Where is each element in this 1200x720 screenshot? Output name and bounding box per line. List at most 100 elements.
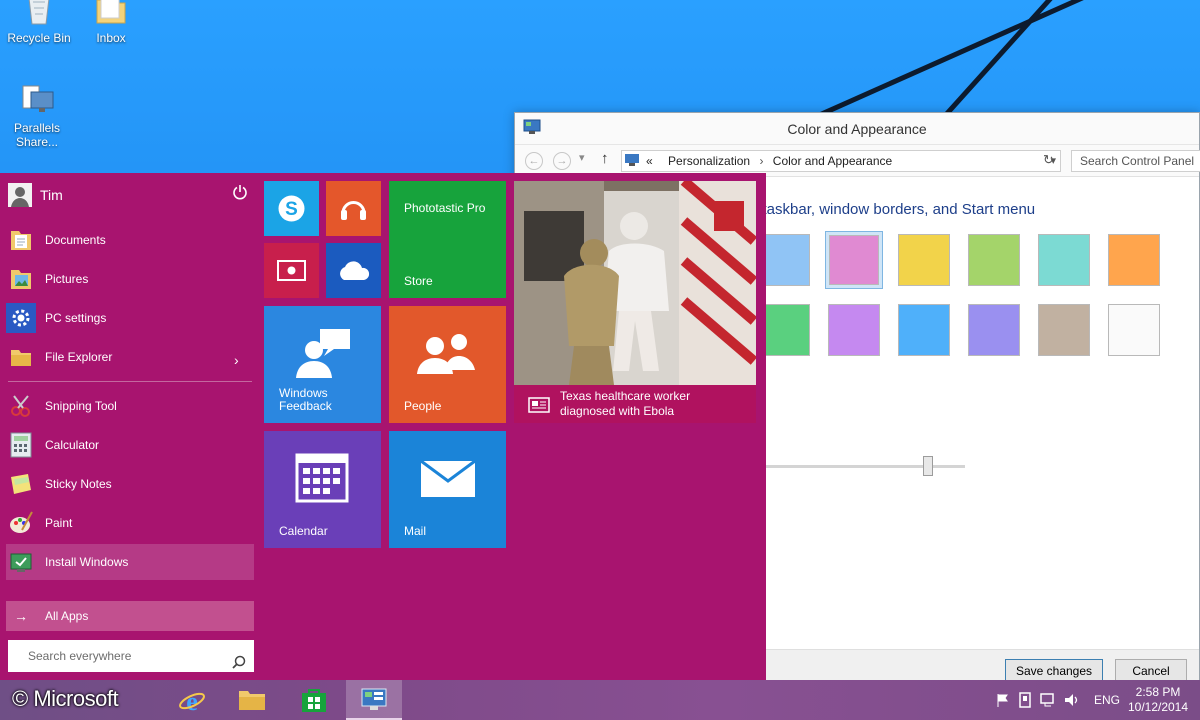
tile-people[interactable]: People <box>389 306 506 423</box>
start-item-paint[interactable]: Paint <box>6 505 254 541</box>
address-bar[interactable]: « Personalization › Color and Appearance… <box>621 150 1061 172</box>
calculator-icon <box>6 430 36 460</box>
svg-text:S: S <box>285 199 298 220</box>
color-swatch[interactable] <box>1105 301 1163 359</box>
breadcrumb-overflow[interactable]: « <box>646 154 653 168</box>
network-icon[interactable] <box>1040 692 1056 708</box>
start-item-documents[interactable]: Documents <box>6 222 254 258</box>
user-account[interactable]: Tim <box>8 181 63 209</box>
swatch-fill <box>828 304 880 356</box>
device-icon[interactable] <box>1018 692 1032 708</box>
color-swatch[interactable] <box>895 231 953 289</box>
menu-divider <box>8 381 252 382</box>
start-button[interactable] <box>112 680 168 720</box>
copyright-watermark: © Microsoft <box>12 686 119 711</box>
forward-button[interactable]: → <box>553 152 571 170</box>
color-swatch[interactable] <box>965 301 1023 359</box>
taskbar-file-explorer[interactable] <box>224 680 280 720</box>
start-item-sticky-notes[interactable]: Sticky Notes <box>6 466 254 502</box>
tile-skype[interactable]: S <box>264 181 319 236</box>
window-title: Color and Appearance <box>787 121 927 137</box>
start-item-calculator[interactable]: Calculator <box>6 427 254 463</box>
swatch-fill <box>898 234 950 286</box>
start-item-pictures[interactable]: Pictures <box>6 261 254 297</box>
internet-explorer-icon: e <box>179 687 205 713</box>
color-intensity-slider[interactable] <box>765 465 965 468</box>
swatch-fill <box>968 304 1020 356</box>
color-swatch[interactable] <box>1035 231 1093 289</box>
clock[interactable]: 2:58 PM 10/12/2014 <box>1126 685 1190 715</box>
start-item-snipping-tool[interactable]: Snipping Tool <box>6 388 254 424</box>
user-name: Tim <box>40 187 63 203</box>
breadcrumb-personalization[interactable]: Personalization <box>668 154 750 168</box>
back-button[interactable]: ← <box>525 152 543 170</box>
search-everywhere-input[interactable]: Search everywhere <box>8 640 254 672</box>
taskbar-control-panel[interactable] <box>346 680 402 720</box>
news-headline-line: diagnosed with Ebola <box>560 404 675 418</box>
tile-music[interactable] <box>326 181 381 236</box>
color-swatch[interactable] <box>895 301 953 359</box>
start-menu: Tim Documents Pictures PC settings File … <box>0 173 766 680</box>
swatch-fill <box>1108 304 1160 356</box>
start-item-label: File Explorer <box>45 350 113 364</box>
wallpaper-streak <box>820 0 1200 117</box>
start-item-file-explorer[interactable]: File Explorer <box>6 339 254 375</box>
swatch-fill <box>968 234 1020 286</box>
tile-news[interactable]: Texas healthcare worker diagnosed with E… <box>514 181 756 423</box>
desktop-icon-parallels[interactable]: Parallels Share... <box>2 82 72 149</box>
tile-store[interactable]: Phototastic Pro Store <box>389 181 506 298</box>
start-item-label: Documents <box>45 233 106 247</box>
arrow-right-icon: → <box>14 608 28 624</box>
start-item-install-windows[interactable]: Install Windows <box>6 544 254 580</box>
taskbar-store[interactable] <box>286 680 342 720</box>
all-apps-label: All Apps <box>45 609 89 623</box>
folder-pictures-icon <box>6 264 36 294</box>
slider-thumb[interactable] <box>923 456 933 476</box>
search-control-panel-input[interactable]: Search Control Panel <box>1071 150 1200 172</box>
breadcrumb-color-appearance[interactable]: Color and Appearance <box>773 154 892 168</box>
system-tray: ENG 2:58 PM 10/12/2014 <box>992 680 1200 720</box>
clock-date: 10/12/2014 <box>1127 700 1189 714</box>
video-icon <box>276 257 307 287</box>
volume-icon[interactable] <box>1064 692 1080 708</box>
up-arrow-icon[interactable]: ↑ <box>601 150 609 167</box>
sticky-notes-icon <box>6 469 36 499</box>
swatch-fill <box>898 304 950 356</box>
power-icon[interactable] <box>232 184 248 200</box>
start-item-pc-settings[interactable]: PC settings <box>6 300 254 336</box>
color-swatch[interactable] <box>825 301 883 359</box>
gear-icon <box>6 303 36 333</box>
all-apps-button[interactable]: → All Apps <box>6 601 254 631</box>
tile-mail[interactable]: Mail <box>389 431 506 548</box>
desktop-icon-label: Inbox <box>96 31 126 45</box>
section-heading: ur taskbar, window borders, and Start me… <box>745 201 1036 218</box>
feedback-icon <box>294 326 354 384</box>
action-center-flag-icon[interactable] <box>996 693 1010 707</box>
search-icon[interactable] <box>232 649 246 669</box>
desktop-icon-recycle-bin[interactable]: Recycle Bin <box>2 0 76 45</box>
color-swatch[interactable] <box>1035 301 1093 359</box>
tile-calendar[interactable]: Calendar <box>264 431 381 548</box>
tile-video[interactable] <box>264 243 319 298</box>
window-titlebar[interactable]: Color and Appearance <box>515 113 1199 145</box>
tile-onedrive[interactable] <box>326 243 381 298</box>
paint-palette-icon <box>6 508 36 538</box>
chevron-right-icon[interactable]: › <box>234 352 239 368</box>
swatch-fill <box>1038 304 1090 356</box>
color-swatch[interactable] <box>825 231 883 289</box>
refresh-icon[interactable]: ↻ <box>1043 152 1054 168</box>
recycle-bin-icon <box>21 0 57 28</box>
tile-label: Mail <box>404 524 427 538</box>
color-swatch[interactable] <box>965 231 1023 289</box>
tile-label: Store <box>404 274 433 288</box>
start-menu-left-pane: Tim Documents Pictures PC settings File … <box>0 173 256 680</box>
tile-label: Calendar <box>279 524 328 538</box>
color-swatch[interactable] <box>1105 231 1163 289</box>
recent-dropdown-icon[interactable]: ▾ <box>579 151 585 164</box>
tile-windows-feedback[interactable]: Windows Feedback <box>264 306 381 423</box>
start-item-label: Calculator <box>45 438 100 452</box>
desktop-icon-inbox[interactable]: Inbox <box>74 0 148 45</box>
taskbar-internet-explorer[interactable]: e <box>164 680 220 720</box>
language-indicator[interactable]: ENG <box>1094 693 1120 707</box>
swatch-fill <box>1108 234 1160 286</box>
